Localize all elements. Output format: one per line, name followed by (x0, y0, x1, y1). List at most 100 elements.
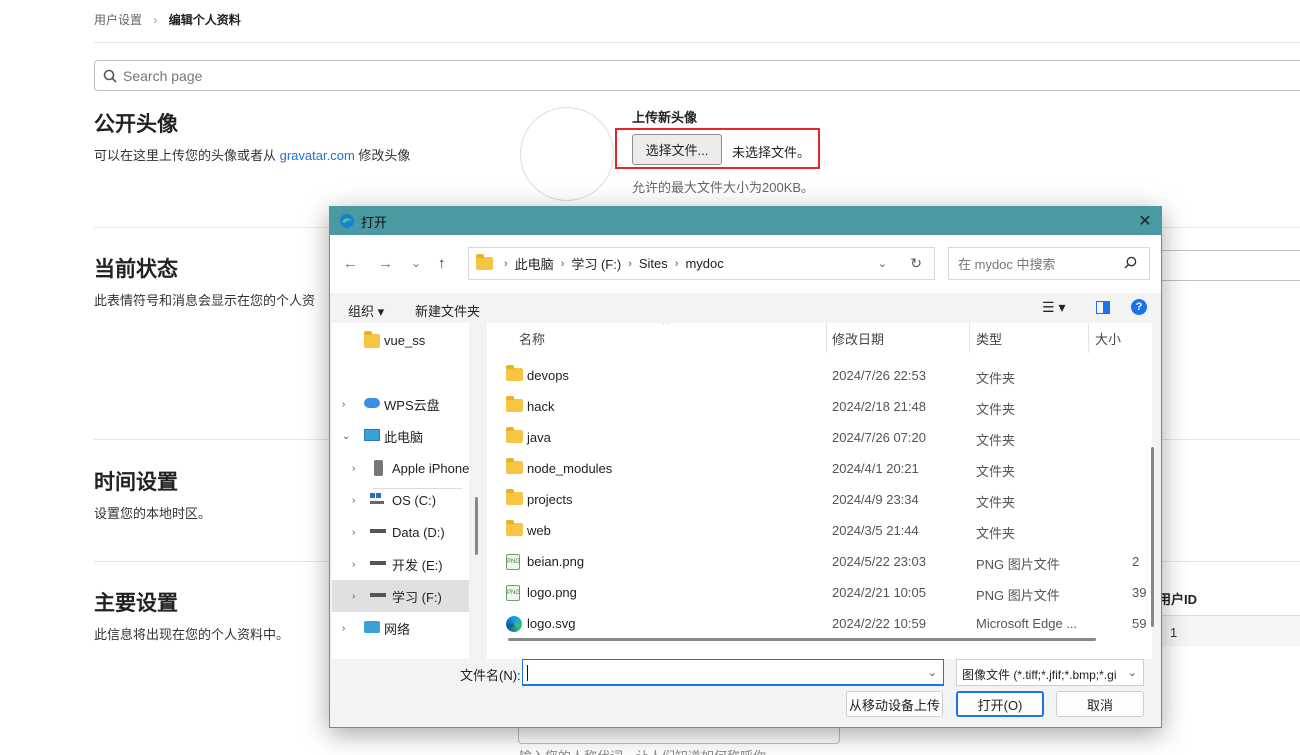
path-segment[interactable]: 此电脑 (515, 254, 554, 273)
desc-prefix: 可以在这里上传您的头像或者从 (94, 148, 280, 163)
chevron-right-icon[interactable]: › (352, 527, 355, 538)
nav-item-dev-e[interactable]: › 开发 (E:) (332, 548, 469, 580)
column-separator[interactable] (969, 323, 970, 353)
file-row[interactable]: web 2024/3/5 21:44 文件夹 (487, 515, 1152, 546)
nav-label: Apple iPhone (392, 460, 469, 476)
view-options-icon[interactable]: ☰ ▾ (1042, 299, 1065, 316)
nav-item-network[interactable]: › 网络 (332, 612, 469, 644)
nav-label: 网络 (384, 621, 411, 637)
file-row[interactable]: devops 2024/7/26 22:53 文件夹 (487, 360, 1152, 391)
path-segment[interactable]: Sites (639, 256, 668, 271)
close-icon[interactable]: ✕ (1135, 211, 1155, 231)
path-segment[interactable]: mydoc (685, 256, 723, 271)
help-icon[interactable]: ? (1131, 299, 1147, 315)
no-file-text: 未选择文件。 (732, 145, 811, 160)
column-header-name[interactable]: 名称 (519, 323, 545, 353)
nav-item-apple-iphone[interactable]: › Apple iPhone (332, 452, 469, 484)
folder-search-placeholder: 在 mydoc 中搜索 (958, 257, 1056, 272)
chevron-down-icon[interactable]: ⌄ (928, 666, 937, 679)
section-desc-time: 设置您的本地时区。 (94, 506, 212, 521)
up-button[interactable]: ↑ (438, 255, 446, 272)
column-separator[interactable] (826, 323, 827, 353)
divider (94, 42, 1300, 43)
file-type-filter-value: 图像文件 (*.tiff;*.jfif;*.bmp;*.gi (962, 668, 1117, 682)
open-button[interactable]: 打开(O) (956, 691, 1044, 717)
file-type: 文件夹 (976, 495, 1016, 510)
nav-label: 开发 (E:) (392, 557, 443, 573)
file-size: 2 (1132, 554, 1140, 569)
column-header-type[interactable]: 类型 (976, 323, 1002, 353)
nav-item-this-pc[interactable]: ⌄ 此电脑 (332, 420, 469, 452)
folder-icon (364, 331, 380, 348)
gravatar-link[interactable]: gravatar.com (280, 148, 355, 163)
chevron-right-icon[interactable]: › (352, 495, 355, 506)
navigation-pane: vue_ss › WPS云盘 ⌄ 此电脑 › Apple iPhone › OS… (332, 323, 469, 659)
nav-item-os-c[interactable]: › OS (C:) (332, 484, 469, 516)
chevron-right-icon[interactable]: › (342, 623, 345, 634)
file-row[interactable]: PNG logo.png 2024/2/21 10:05 PNG 图片文件 39 (487, 577, 1152, 608)
column-header-date[interactable]: 修改日期 (832, 323, 884, 353)
folder-search-input[interactable]: 在 mydoc 中搜索 (948, 247, 1150, 280)
chevron-down-icon[interactable]: ⌄ (1128, 666, 1137, 679)
refresh-icon[interactable]: ↻ (910, 255, 922, 272)
breadcrumb-current: 编辑个人资料 (168, 13, 241, 27)
drive-icon (370, 561, 386, 565)
recent-locations-button[interactable]: ⌄ (411, 256, 421, 270)
file-row[interactable]: hack 2024/2/18 21:48 文件夹 (487, 391, 1152, 422)
organize-menu[interactable]: 组织 ▾ (348, 301, 384, 320)
nav-item-data-d[interactable]: › Data (D:) (332, 516, 469, 548)
search-icon (1124, 256, 1137, 269)
file-list-vscrollbar[interactable] (1151, 447, 1154, 627)
nav-item-wps-cloud[interactable]: › WPS云盘 (332, 388, 469, 420)
back-button[interactable]: ← (343, 255, 358, 272)
file-list-hscrollbar[interactable] (508, 638, 1096, 641)
nav-label: OS (C:) (392, 492, 437, 508)
file-name: web (527, 523, 551, 538)
breadcrumb-parent[interactable]: 用户设置 (94, 13, 142, 27)
file-row[interactable]: logo.svg 2024/2/22 10:59 Microsoft Edge … (487, 608, 1152, 639)
folder-icon (506, 427, 523, 443)
status-message-input[interactable] (1150, 250, 1300, 281)
file-date: 2024/4/1 20:21 (832, 461, 919, 476)
computer-icon (364, 429, 380, 441)
column-header-size[interactable]: 大小 (1095, 323, 1121, 353)
drive-icon (370, 529, 386, 533)
preview-pane-icon[interactable] (1096, 301, 1110, 314)
file-date: 2024/2/21 10:05 (832, 585, 926, 600)
file-date: 2024/3/5 21:44 (832, 523, 919, 538)
file-date: 2024/5/22 23:03 (832, 554, 926, 569)
forward-button[interactable]: → (378, 255, 393, 272)
new-folder-button[interactable]: 新建文件夹 (415, 301, 480, 320)
chevron-right-icon[interactable]: › (342, 399, 345, 410)
file-row[interactable]: node_modules 2024/4/1 20:21 文件夹 (487, 453, 1152, 484)
folder-icon (506, 458, 523, 474)
path-segment[interactable]: 学习 (F:) (571, 254, 621, 273)
search-input[interactable]: Search page (94, 60, 1300, 91)
dialog-titlebar[interactable]: 打开 ✕ (330, 207, 1161, 235)
choose-file-button[interactable]: 选择文件... (632, 134, 722, 165)
chevron-right-icon[interactable]: › (352, 559, 355, 570)
nav-item-vue-ss[interactable]: vue_ss (332, 324, 469, 356)
file-type-filter[interactable]: 图像文件 (*.tiff;*.jfif;*.bmp;*.gi ⌄ (956, 659, 1144, 686)
section-desc-status: 此表情符号和消息会显示在您的个人资 (94, 293, 316, 308)
file-row[interactable]: PNG beian.png 2024/5/22 23:03 PNG 图片文件 2 (487, 546, 1152, 577)
file-name: devops (527, 368, 569, 383)
column-separator[interactable] (1088, 323, 1089, 353)
dialog-toolbar: 组织 ▾ 新建文件夹 ☰ ▾ ? (330, 293, 1161, 323)
chevron-right-icon[interactable]: › (352, 591, 355, 602)
address-bar[interactable]: › 此电脑 › 学习 (F:) › Sites › mydoc ⌄ ↻ (468, 247, 935, 280)
filename-input[interactable]: ⌄ (522, 659, 944, 686)
sort-asc-icon: ^ (663, 323, 668, 330)
nav-scrollbar[interactable] (475, 497, 478, 555)
cloud-icon (364, 398, 380, 408)
breadcrumb-separator: › (153, 13, 158, 27)
file-row[interactable]: projects 2024/4/9 23:34 文件夹 (487, 484, 1152, 515)
chevron-right-icon[interactable]: › (352, 463, 355, 474)
upload-from-mobile-button[interactable]: 从移动设备上传 (846, 691, 943, 717)
png-file-icon: PNG (506, 554, 520, 570)
file-row[interactable]: java 2024/7/26 07:20 文件夹 (487, 422, 1152, 453)
nav-item-study-f[interactable]: › 学习 (F:) (332, 580, 469, 612)
chevron-down-icon[interactable]: ⌄ (342, 431, 350, 442)
cancel-button[interactable]: 取消 (1056, 691, 1144, 717)
chevron-down-icon[interactable]: ⌄ (878, 257, 887, 270)
